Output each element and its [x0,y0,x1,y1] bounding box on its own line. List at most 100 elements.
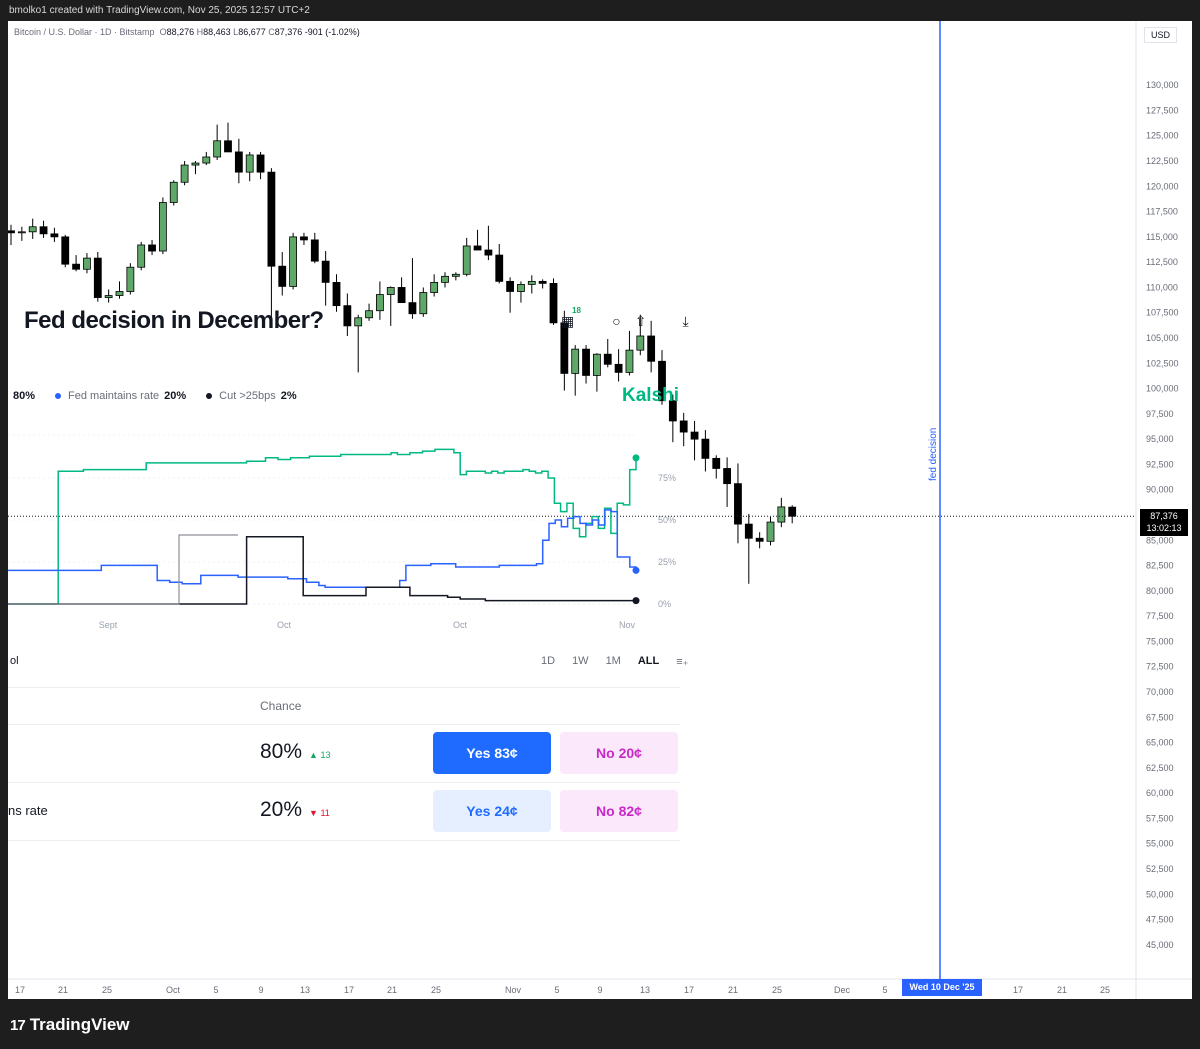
time-tick-label: 17 [15,985,25,995]
close-value: 87,376 [274,27,303,37]
watermark-header: bmolko1 created with TradingView.com, No… [0,0,1200,21]
candle-body [375,294,384,312]
price-tick-label: 52,500 [1146,864,1174,874]
time-tick-label: 5 [882,985,887,995]
candle-body [506,280,515,292]
price-tick-label: 120,000 [1146,181,1179,191]
range-1m-button[interactable]: 1M [606,655,621,668]
candle-body [115,291,124,296]
candle-body [8,230,15,234]
candle-body [549,282,558,324]
price-tick-label: 45,000 [1146,940,1174,950]
candle-body [17,231,26,234]
candle-body [234,151,243,173]
inner-x-label: Oct [277,620,292,630]
prediction-legend: 80% Fed maintains rate 20% Cut >25bps 2% [8,390,297,402]
delta-up: ▲ 13 [309,750,331,760]
time-tick-label: 9 [258,985,263,995]
range-all-button[interactable]: ALL [638,655,659,668]
candle-body [462,245,471,275]
comment-icon[interactable]: ○ [612,313,620,330]
candle-body [419,292,428,315]
candle-body [788,506,797,517]
symbol-legend: Bitcoin / U.S. Dollar · 1D · Bitstamp O8… [14,27,360,37]
no-button[interactable]: No 82¢ [560,790,678,832]
candle-body [50,233,59,238]
price-tick-label: 117,500 [1146,207,1178,217]
candle-body [495,254,504,282]
candle-body [582,348,590,376]
share-icon[interactable]: ⇧ [635,313,647,330]
price-tick-label: 100,000 [1146,384,1179,394]
price-tick-label: 110,000 [1146,282,1178,292]
crosshair-date-tag: Wed 10 Dec '25 [902,979,982,996]
tv-icon: 17 [10,1016,26,1034]
time-tick-label: 13 [640,985,650,995]
candle-body [473,245,482,251]
candle-body [527,280,536,285]
candle-body [289,236,298,287]
yes-button[interactable]: Yes 83¢ [433,732,551,774]
candle-body [484,249,493,256]
candle-body [397,287,406,304]
candle-body [104,295,113,298]
yes-button[interactable]: Yes 24¢ [433,790,551,832]
price-chart[interactable]: 130,000 127,500 125,000 122,500 120,000 117,5… [8,21,1192,999]
candle-body [300,236,308,241]
time-tick-label: 21 [1057,985,1067,995]
prediction-end-dot [632,454,640,462]
candle-body [321,260,330,283]
overlay-title: Fed decision in December? [24,307,324,334]
candle-body [61,236,70,265]
candle-body [83,257,91,270]
calendar-icon[interactable]: ▦ [561,313,574,330]
prediction-end-dot [632,566,640,574]
candle-body [332,281,341,307]
time-tick-label: 25 [772,985,782,995]
range-left-label: ol [10,655,19,667]
overlay-actions: ▦ ○ ⇧ ⤓ [561,313,689,330]
price-tick-label: 62,500 [1146,763,1174,773]
range-1w-button[interactable]: 1W [572,655,589,668]
prediction-line [8,536,636,605]
candle-body [636,335,645,351]
candle-body [343,305,352,327]
price-tick-label: 107,500 [1146,308,1179,318]
range-bar: ol 1D 1W 1M ALL ≡₊ [8,652,688,674]
candle-body [256,154,265,173]
time-tick-label: 21 [58,985,68,995]
candle-body [603,353,612,365]
price-tick-label: 130,000 [1146,80,1179,90]
price-tick-label: 77,500 [1146,611,1174,621]
price-tick-label: 67,500 [1146,712,1174,722]
candle-body [538,280,547,284]
table-row: 80% ▲ 13 Yes 83¢ No 20¢ [8,725,680,783]
table-header: Chance [8,687,680,725]
chance-header: Chance [260,699,302,713]
price-tick-label: 127,500 [1146,105,1179,115]
time-tick-label: 13 [300,985,310,995]
candle-body [278,265,287,287]
list-icon[interactable]: ≡₊ [676,655,688,668]
range-1d-button[interactable]: 1D [541,655,555,668]
row-chance: 80% ▲ 13 [260,740,331,763]
chart-area[interactable]: 130,000 127,500 125,000 122,500 120,000 117,5… [8,21,1192,999]
price-tick-label: 55,000 [1146,839,1174,849]
no-button[interactable]: No 20¢ [560,732,678,774]
low-value: 86,677 [238,27,266,37]
prediction-line [8,448,637,605]
open-value: 88,276 [166,27,195,37]
range-buttons: 1D 1W 1M ALL ≡₊ [541,655,688,668]
price-tick-label: 65,000 [1146,738,1174,748]
currency-selector[interactable]: USD [1144,27,1178,43]
price-tick-label: 80,000 [1146,586,1174,596]
candle-body [712,457,721,469]
price-tick-label: 75,000 [1146,636,1174,646]
tradingview-logo: 17 TradingView [10,1015,130,1034]
time-tick-label: 25 [431,985,441,995]
market-table: Chance 80% ▲ 13 Yes 83¢ No 20¢ ns rate 20… [8,687,680,841]
download-icon[interactable]: ⤓ [682,313,688,330]
candle-body [148,244,156,252]
candle-body [245,154,254,173]
candle-body [267,171,276,267]
